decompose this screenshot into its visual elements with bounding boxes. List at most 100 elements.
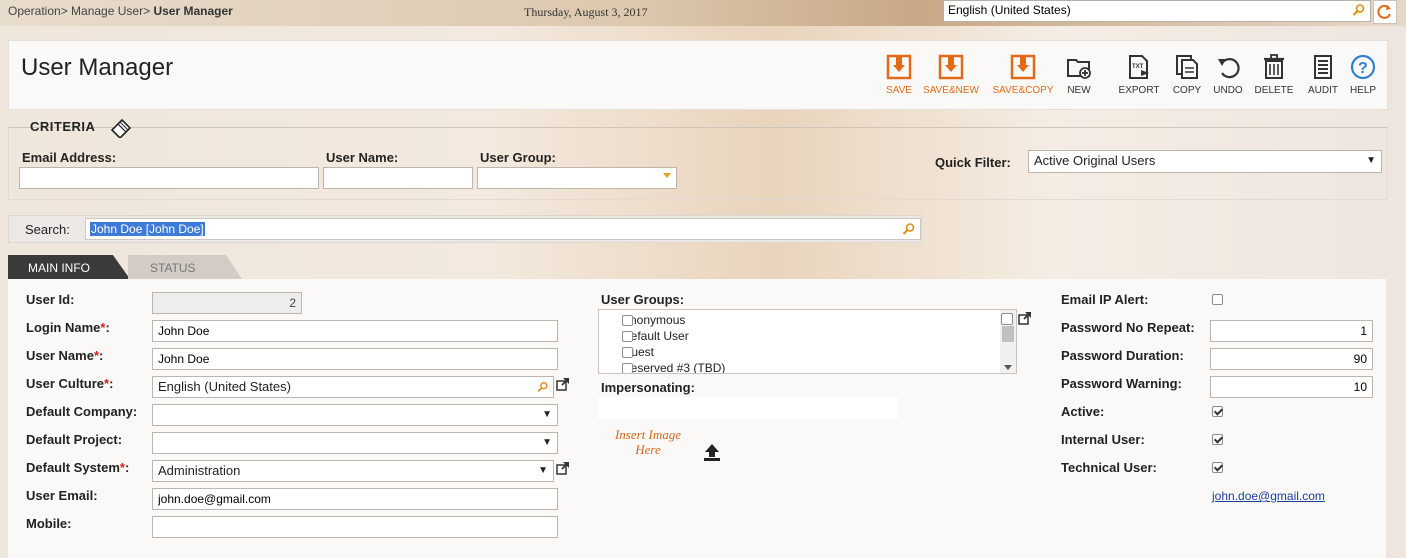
search-label: Search: <box>25 222 70 237</box>
delete-label: DELETE <box>1254 85 1294 96</box>
list-item[interactable]: Anonymous <box>608 313 685 327</box>
password-warning-input[interactable] <box>1210 376 1373 398</box>
save-button[interactable]: SAVE <box>879 53 919 96</box>
select-all-groups-checkbox[interactable] <box>1001 313 1013 325</box>
mobile-input[interactable] <box>152 516 558 538</box>
search-icon[interactable] <box>537 381 549 393</box>
group-checkbox[interactable] <box>622 363 633 373</box>
impersonating-field[interactable] <box>598 397 898 419</box>
eraser-icon[interactable] <box>110 116 134 138</box>
criteria-legend: CRITERIA <box>30 119 96 134</box>
user-culture-label-text: User Culture <box>26 376 105 391</box>
popout-icon[interactable] <box>1018 311 1032 325</box>
default-system-label: Default System*: <box>26 460 129 475</box>
copy-icon <box>1176 55 1198 79</box>
email-address-label: Email Address: <box>22 150 117 165</box>
tab-status-label: STATUS <box>150 261 196 275</box>
login-name-input[interactable] <box>152 320 558 342</box>
default-company-label: Default Company: <box>26 404 138 419</box>
chevron-down-icon: ▼ <box>542 409 552 420</box>
user-name-input[interactable] <box>152 348 558 370</box>
default-system-label-text: Default System <box>26 460 120 475</box>
undo-button[interactable]: UNDO <box>1211 53 1245 96</box>
default-system-dropdown[interactable]: Administration ▼ <box>152 460 554 482</box>
user-name-label: User Name*: <box>26 348 103 363</box>
login-name-label: Login Name*: <box>26 320 110 335</box>
copy-button[interactable]: COPY <box>1171 53 1203 96</box>
group-checkbox[interactable] <box>622 315 633 326</box>
save-copy-button[interactable]: SAVE&COPY <box>991 53 1055 96</box>
svg-text:?: ? <box>1358 60 1368 77</box>
user-group-dropdown[interactable] <box>477 167 677 189</box>
scroll-down-icon[interactable] <box>1004 365 1012 370</box>
new-folder-icon <box>1067 59 1091 79</box>
tab-status[interactable]: STATUS <box>128 255 242 279</box>
copy-label: COPY <box>1172 85 1202 96</box>
internal-user-label: Internal User: <box>1061 432 1145 447</box>
label-colon: : <box>105 320 110 335</box>
dropdown-arrow-icon <box>663 173 671 178</box>
label-colon: : <box>124 460 130 475</box>
image-placeholder: Insert Image Here <box>606 427 690 457</box>
page-title: User Manager <box>21 54 174 81</box>
technical-user-checkbox[interactable] <box>1212 462 1223 473</box>
scrollbar-thumb[interactable] <box>1002 326 1014 342</box>
top-bar: Operation> Manage User> User Manager Thu… <box>0 0 1406 26</box>
active-label: Active: <box>1061 404 1105 419</box>
audit-button[interactable]: AUDIT <box>1305 53 1341 96</box>
label-colon: : <box>99 348 104 363</box>
password-no-repeat-input[interactable] <box>1210 320 1373 342</box>
search-value[interactable]: John Doe [John Doe] <box>90 222 205 236</box>
list-item[interactable]: Reserved #3 (TBD) <box>608 361 725 373</box>
criteria-username-input[interactable] <box>323 167 473 189</box>
save-new-button[interactable]: SAVE&NEW <box>923 53 979 96</box>
breadcrumb-path[interactable]: Operation> Manage User> <box>8 4 150 18</box>
quick-filter-label: Quick Filter: <box>935 155 1011 170</box>
search-input[interactable]: John Doe [John Doe] <box>85 218 921 240</box>
list-item[interactable]: Default User <box>608 329 689 343</box>
help-icon: ? <box>1350 54 1376 80</box>
email-link[interactable]: john.doe@gmail.com <box>1212 489 1325 503</box>
image-placeholder-line1: Insert Image <box>614 427 682 442</box>
save-new-icon <box>938 54 964 80</box>
group-checkbox[interactable] <box>622 347 633 358</box>
popout-icon[interactable] <box>556 377 570 391</box>
refresh-icon <box>1377 4 1391 19</box>
default-company-dropdown[interactable]: ▼ <box>152 404 558 426</box>
default-project-dropdown[interactable]: ▼ <box>152 432 558 454</box>
internal-user-checkbox[interactable] <box>1212 434 1223 445</box>
email-ip-alert-checkbox[interactable] <box>1212 294 1223 305</box>
email-address-input[interactable] <box>19 167 319 189</box>
language-selector[interactable] <box>943 0 1371 22</box>
group-checkbox[interactable] <box>622 331 633 342</box>
impersonating-label: Impersonating: <box>601 380 695 395</box>
undo-label: UNDO <box>1213 85 1243 96</box>
search-icon[interactable] <box>902 222 916 236</box>
quick-filter-value: Active Original Users <box>1034 153 1156 168</box>
refresh-button[interactable] <box>1373 0 1397 24</box>
email-ip-alert-label: Email IP Alert: <box>1061 292 1149 307</box>
active-checkbox[interactable] <box>1212 406 1223 417</box>
user-id-field <box>152 292 302 314</box>
password-warning-label: Password Warning: <box>1061 376 1182 391</box>
password-duration-input[interactable] <box>1210 348 1373 370</box>
search-icon[interactable] <box>1352 3 1366 17</box>
chevron-down-icon: ▼ <box>538 465 548 476</box>
upload-icon[interactable] <box>702 442 722 462</box>
new-label: NEW <box>1067 85 1091 96</box>
user-culture-field[interactable]: English (United States) <box>152 376 554 398</box>
criteria-username-label: User Name: <box>326 150 399 165</box>
help-button[interactable]: ? HELP <box>1347 53 1379 96</box>
delete-button[interactable]: DELETE <box>1253 53 1295 96</box>
language-input[interactable] <box>944 1 1352 19</box>
popout-icon[interactable] <box>556 461 570 475</box>
new-button[interactable]: NEW <box>1063 53 1095 96</box>
tab-main-info[interactable]: MAIN INFO <box>8 255 130 279</box>
user-groups-list[interactable]: Anonymous Default User Guest Reserved #3… <box>598 309 1017 374</box>
export-button[interactable]: TXT EXPORT <box>1117 53 1161 96</box>
password-no-repeat-label: Password No Repeat: <box>1061 320 1195 335</box>
user-email-input[interactable] <box>152 488 558 510</box>
list-item[interactable]: Guest <box>608 345 654 359</box>
svg-text:TXT: TXT <box>1132 64 1144 70</box>
quick-filter-dropdown[interactable]: Active Original Users ▼ <box>1028 150 1382 173</box>
